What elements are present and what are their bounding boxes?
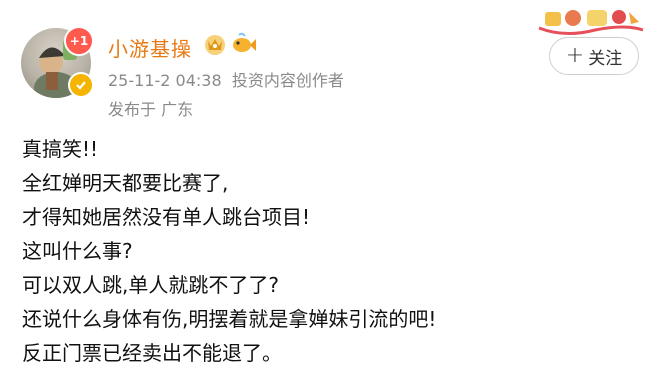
post-location: 发布于 广东 <box>108 100 194 119</box>
content-line: 这叫什么事? <box>22 239 133 263</box>
verified-icon <box>68 72 94 98</box>
content-line: 全红婵明天都要比赛了, <box>22 171 229 195</box>
follow-label: 关注 <box>588 48 623 69</box>
content-line: 才得知她居然没有单人跳台项目! <box>22 205 311 229</box>
content-line: 还说什么身体有伤,明摆着就是拿婵妹引流的吧! <box>22 307 437 331</box>
fish-badge-icon <box>233 32 256 52</box>
author-title: 投资内容创作者 <box>231 71 344 90</box>
content-line: 真搞笑!! <box>22 137 99 161</box>
content-line: 可以双人跳,单人就跳不了了? <box>22 273 279 297</box>
plus-icon: + <box>565 43 585 68</box>
timestamp[interactable]: 25-11-2 04:38 <box>108 71 222 90</box>
follow-button[interactable]: + 关注 <box>549 37 639 75</box>
content-line: 反正门票已经卖出不能退了。 <box>22 341 282 365</box>
username[interactable]: 小游基操 <box>108 33 192 62</box>
post-meta: 25-11-2 04:38 投资内容创作者 <box>108 67 344 91</box>
plus-badge: +1 <box>64 26 94 56</box>
crown-badge-icon <box>205 35 225 55</box>
festival-decoration-icon <box>538 10 644 35</box>
